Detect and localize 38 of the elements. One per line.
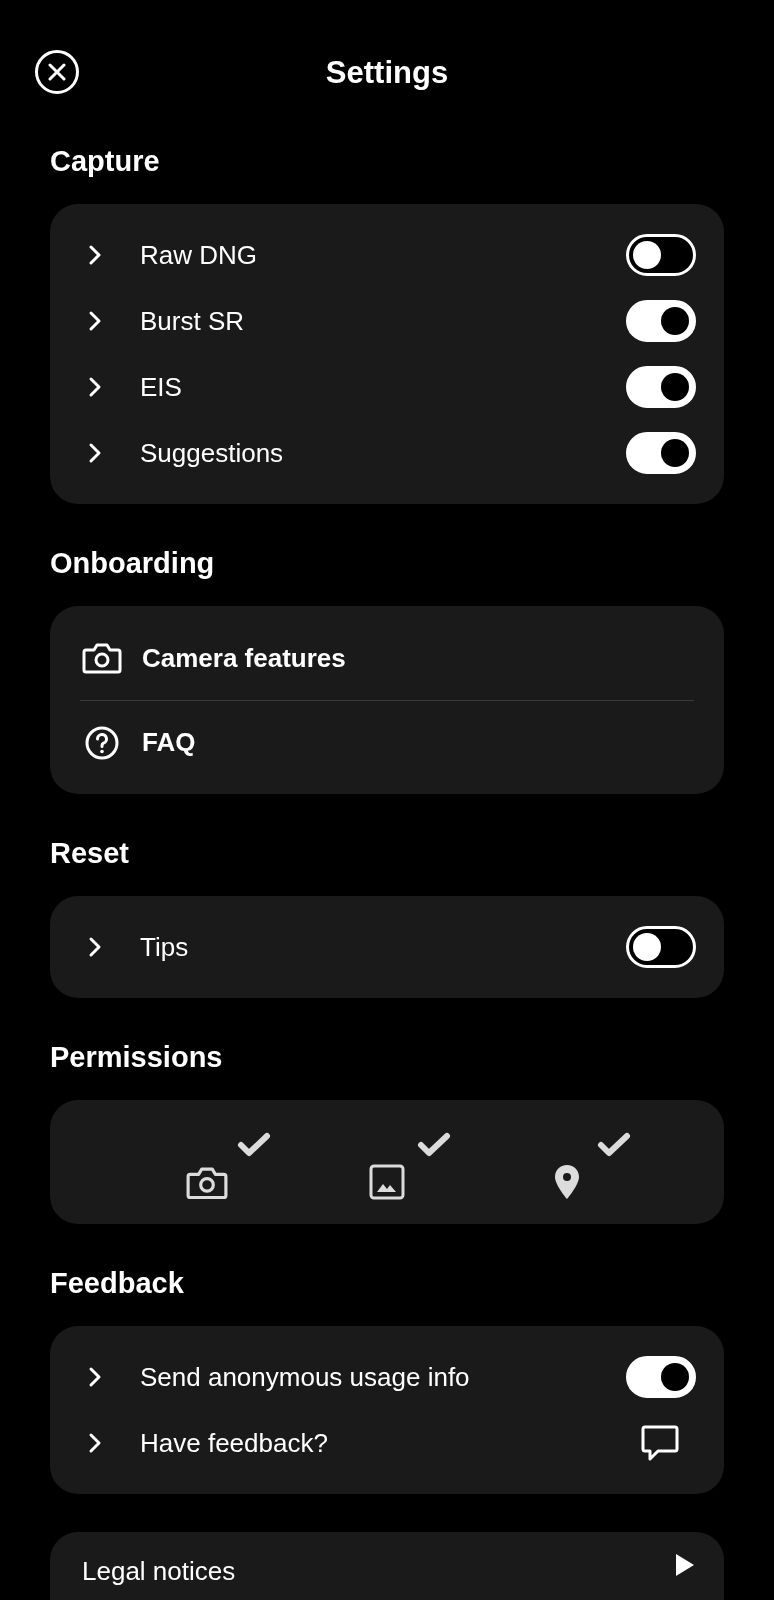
setting-label: Suggestions [140,436,285,470]
chevron-icon [88,442,102,464]
setting-label: Have feedback? [140,1426,329,1460]
location-pin-icon [554,1164,580,1200]
setting-label: Raw DNG [140,238,258,272]
setting-label: Send anonymous usage info [140,1360,471,1394]
toggle-switch[interactable] [626,234,696,276]
chevron-icon [88,310,102,332]
onboarding-link[interactable]: Camera features [142,638,346,678]
play-arrow-icon [674,1552,696,1578]
section-title: Onboarding [50,546,216,580]
toggle-switch[interactable] [626,366,696,408]
section-title: Capture [50,144,161,178]
toggle-switch[interactable] [626,1356,696,1398]
toggle-switch[interactable] [626,300,696,342]
setting-label: Tips [140,930,190,964]
toggle-switch[interactable] [626,432,696,474]
close-icon [48,63,66,81]
camera-icon [82,642,122,674]
section-title: Permissions [50,1040,224,1074]
chevron-icon [88,244,102,266]
chevron-icon [88,1366,102,1388]
close-button[interactable] [35,50,79,94]
section-title: Reset [50,836,130,870]
section-title: Feedback [50,1266,185,1300]
page-title: Settings [325,53,449,92]
legal-notices-link[interactable]: Legal notices [82,1552,674,1591]
image-icon [369,1164,405,1200]
setting-label: EIS [140,370,183,404]
chevron-icon [88,1432,102,1454]
comment-icon[interactable] [640,1424,680,1462]
camera-icon [186,1166,228,1200]
setting-label: Burst SR [140,304,246,338]
question-icon [85,725,119,760]
chevron-icon [88,936,102,958]
chevron-icon [88,376,102,398]
toggle-switch[interactable] [626,926,696,968]
onboarding-link[interactable]: FAQ [142,723,196,762]
